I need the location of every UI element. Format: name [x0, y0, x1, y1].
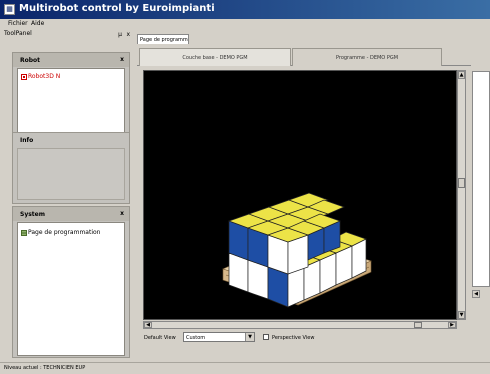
system-panel-title: System	[20, 211, 45, 218]
tool-pane: ToolPanel µ x Robot x Robot3D N Info Sys…	[4, 30, 132, 360]
default-view-label: Default View	[144, 335, 176, 341]
document-tab[interactable]: Page de programmation	[137, 34, 189, 44]
view-controls: Default View Custom ▼ Perspective View	[143, 331, 463, 345]
page-icon	[21, 229, 27, 236]
viewport-vertical-scrollbar[interactable]: ▲ ▼	[457, 70, 466, 320]
right-side-panel: ◀	[470, 68, 490, 353]
robot-panel-close-icon[interactable]: x	[120, 56, 124, 63]
chevron-down-icon[interactable]: ▼	[245, 333, 254, 341]
robot-panel-header: Robot x	[13, 53, 129, 67]
robot-item-label: Robot3D N	[28, 73, 61, 80]
system-panel-close-icon[interactable]: x	[120, 210, 124, 217]
info-panel: Info	[12, 132, 130, 204]
title-bar: ▦ Multirobot control by Euroimpianti	[0, 0, 490, 19]
vertical-scroll-thumb[interactable]	[458, 178, 465, 188]
robot-list-item[interactable]: Robot3D N	[21, 73, 60, 80]
system-list: Page de programmation	[17, 222, 125, 356]
scroll-right-icon[interactable]: ▶	[448, 322, 456, 328]
menu-item-aide[interactable]: Aide	[31, 20, 44, 27]
main-area: Page de programmation Couche base - DEMO…	[134, 30, 484, 360]
system-panel: System x Page de programmation	[12, 206, 130, 358]
perspective-checkbox[interactable]	[263, 334, 269, 340]
system-item-label: Page de programmation	[28, 229, 101, 236]
robot-panel-title: Robot	[20, 57, 41, 64]
scroll-down-icon[interactable]: ▼	[458, 311, 465, 319]
default-view-select[interactable]: Custom ▼	[183, 332, 255, 342]
perspective-view-label: Perspective View	[272, 335, 315, 341]
info-panel-header: Info	[13, 133, 129, 147]
status-bar: Niveau actuel : TECHNICIEN EUP	[0, 362, 490, 374]
viewport-horizontal-scrollbar[interactable]: ◀ ▶	[143, 321, 457, 329]
system-panel-header: System x	[13, 207, 129, 221]
robot-icon	[21, 73, 27, 80]
right-scroll-icon[interactable]: ◀	[472, 290, 480, 298]
tab-couche-base[interactable]: Couche base - DEMO PGM	[139, 48, 291, 66]
menu-bar: Fichier Aide	[0, 19, 490, 29]
right-panel-content	[472, 71, 490, 287]
tab-programme[interactable]: Programme - DEMO PGM	[292, 48, 442, 66]
info-content	[17, 148, 125, 200]
view-tabs: Couche base - DEMO PGM Programme - DEMO …	[137, 46, 471, 66]
menu-item-fichier[interactable]: Fichier	[8, 20, 28, 27]
3d-viewport[interactable]	[143, 70, 457, 320]
scroll-left-icon[interactable]: ◀	[144, 322, 152, 328]
window-title: Multirobot control by Euroimpianti	[19, 3, 215, 14]
status-text: Niveau actuel : TECHNICIEN EUP	[4, 365, 86, 371]
tool-pane-label: ToolPanel	[4, 30, 32, 37]
tool-pane-title: ToolPanel µ x	[4, 30, 132, 40]
default-view-value: Custom	[186, 335, 206, 341]
pallet-scene	[222, 192, 372, 308]
system-list-item[interactable]: Page de programmation	[21, 229, 100, 236]
scroll-up-icon[interactable]: ▲	[458, 71, 465, 79]
horizontal-scroll-thumb[interactable]	[414, 322, 422, 328]
close-icon[interactable]: x	[126, 31, 130, 38]
info-panel-title: Info	[20, 137, 34, 144]
app-icon: ▦	[4, 4, 15, 15]
pin-icon[interactable]: µ	[118, 31, 122, 38]
